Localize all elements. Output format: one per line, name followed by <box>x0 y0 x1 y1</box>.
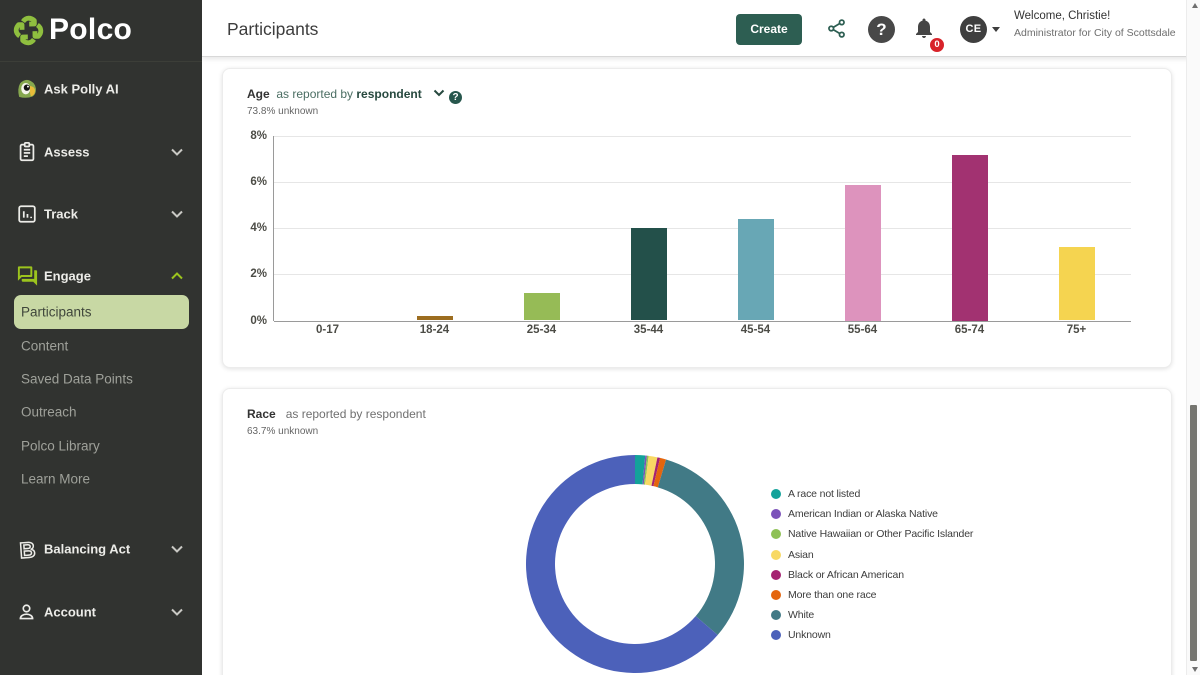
svg-text:B: B <box>19 537 37 562</box>
